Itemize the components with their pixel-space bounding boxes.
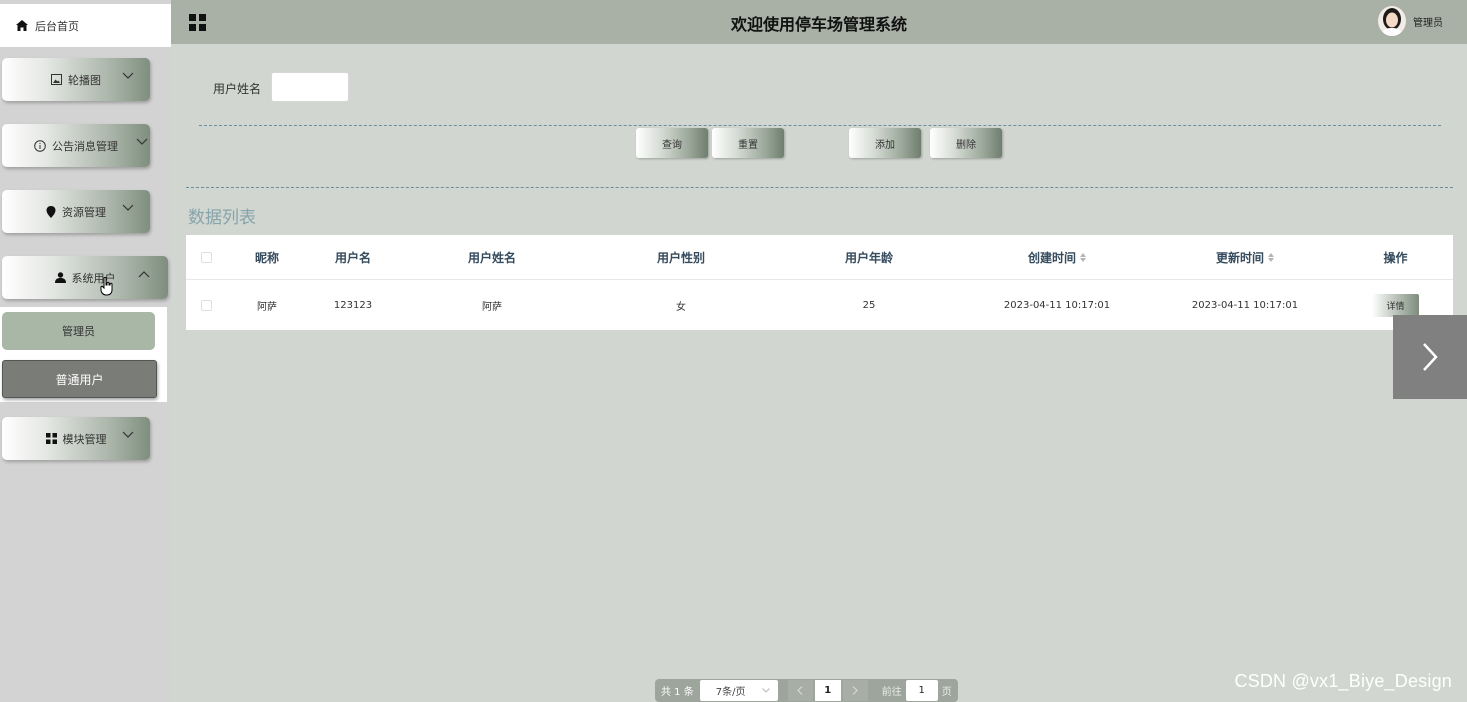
user-menu[interactable]: 管理员 <box>1378 6 1443 36</box>
chevron-right-icon <box>852 686 858 695</box>
sidebar-menu-carousel[interactable]: 轮播图 <box>2 58 150 101</box>
delete-button[interactable]: 删除 <box>930 128 1002 158</box>
info-circle-icon <box>34 139 46 152</box>
cell-age: 25 <box>862 299 876 311</box>
watermark: CSDN @vx1_Biye_Design <box>1234 671 1452 691</box>
column-header-label: 更新时间 <box>1215 250 1264 265</box>
cell-username: 123123 <box>333 299 373 311</box>
sidebar-menu-resource-label: 资源管理 <box>62 205 106 219</box>
column-header-created[interactable]: 创建时间 <box>962 235 1152 279</box>
next-arrow-button[interactable] <box>1393 315 1467 399</box>
search-label: 用户姓名 <box>213 82 262 96</box>
table-header: 昵称 用户名 用户姓名 用户性别 用户年龄 创建时间 更新时间 操作 <box>186 235 1453 280</box>
main-content: 用户姓名 查询 重置 添加 删除 数据列表 昵称 用户名 用户姓名 用户性别 用… <box>171 44 1467 702</box>
submenu-item-normal-user[interactable]: 普通用户 <box>2 360 157 398</box>
user-name: 管理员 <box>1413 17 1443 29</box>
page-number[interactable]: 1 <box>814 680 841 701</box>
page-title: 欢迎使用停车场管理系统 <box>730 15 907 34</box>
data-table: 昵称 用户名 用户姓名 用户性别 用户年龄 创建时间 更新时间 操作 阿萨 12… <box>186 235 1453 330</box>
sidebar-menu-system-user[interactable]: 系统用户 <box>2 256 168 299</box>
sidebar-menu-carousel-label: 轮播图 <box>68 73 101 87</box>
submenu-item-admin[interactable]: 管理员 <box>2 312 155 350</box>
detail-button[interactable]: 详情 <box>1372 293 1419 317</box>
sidebar-menu-notice[interactable]: 公告消息管理 <box>2 124 150 167</box>
avatar <box>1378 6 1406 36</box>
grid-icon <box>45 433 57 444</box>
pagination-total: 共 1 条 <box>661 687 694 698</box>
chevron-down-icon <box>122 72 134 80</box>
cell-gender: 女 <box>676 301 686 313</box>
sidebar-menu-module[interactable]: 模块管理 <box>2 417 150 460</box>
chevron-down-icon <box>136 138 148 146</box>
column-header: 用户名 <box>334 250 371 265</box>
column-header: 用户年龄 <box>844 250 893 265</box>
person-icon <box>54 272 66 283</box>
divider <box>186 187 1453 188</box>
sidebar-menu-module-label: 模块管理 <box>62 432 107 446</box>
next-page-button[interactable] <box>842 680 868 701</box>
add-button[interactable]: 添加 <box>849 128 921 158</box>
chevron-down-icon <box>761 688 770 693</box>
cell-nickname: 阿萨 <box>257 301 277 313</box>
hand-cursor-icon <box>100 277 113 296</box>
column-header-updated[interactable]: 更新时间 <box>1152 235 1338 279</box>
picture-icon <box>51 74 62 85</box>
sidebar-menu-resource[interactable]: 资源管理 <box>2 190 150 233</box>
prev-page-button[interactable] <box>787 680 813 701</box>
chevron-down-icon <box>122 431 134 439</box>
chevron-left-icon <box>797 686 803 695</box>
chevron-right-icon <box>1423 343 1438 371</box>
cell-realname: 阿萨 <box>482 301 502 313</box>
column-header: 用户姓名 <box>467 250 516 265</box>
sidebar: 后台首页 轮播图 公告消息管理 资源管理 系统用户 管理员 普通用户 模块管理 <box>0 0 171 702</box>
chevron-down-icon <box>122 204 134 212</box>
page-suffix: 页 <box>941 687 952 698</box>
search-input[interactable] <box>271 72 349 102</box>
select-all-checkbox[interactable] <box>186 235 226 279</box>
pagination: 共 1 条 7条/页 1 前往 1 页 <box>655 679 958 702</box>
column-header-label: 创建时间 <box>1027 250 1076 265</box>
cell-created: 2023-04-11 10:17:01 <box>1003 299 1111 311</box>
divider <box>199 125 1441 126</box>
reset-button[interactable]: 重置 <box>712 128 784 158</box>
top-header: 欢迎使用停车场管理系统 管理员 <box>171 0 1467 44</box>
table-row: 阿萨 123123 阿萨 女 25 2023-04-11 10:17:01 20… <box>186 280 1453 330</box>
page-size-select[interactable]: 7条/页 <box>699 680 778 701</box>
row-checkbox[interactable] <box>186 280 226 330</box>
sidebar-item-home-label: 后台首页 <box>35 19 79 33</box>
column-header: 用户性别 <box>656 250 705 265</box>
sort-icon <box>1080 252 1086 262</box>
goto-page-input[interactable]: 1 <box>905 680 938 701</box>
sort-icon <box>1268 252 1274 262</box>
sidebar-item-home[interactable]: 后台首页 <box>0 4 171 47</box>
page-size-value: 7条/页 <box>715 687 746 698</box>
sidebar-menu-notice-label: 公告消息管理 <box>52 139 118 153</box>
home-icon <box>16 20 28 31</box>
column-header: 昵称 <box>254 250 279 265</box>
query-button[interactable]: 查询 <box>636 128 708 158</box>
column-header: 操作 <box>1383 250 1408 265</box>
location-pin-icon <box>46 205 56 218</box>
goto-label: 前往 <box>881 687 902 698</box>
chevron-up-icon <box>138 270 150 278</box>
list-title: 数据列表 <box>188 208 256 228</box>
cell-updated: 2023-04-11 10:17:01 <box>1191 299 1299 311</box>
